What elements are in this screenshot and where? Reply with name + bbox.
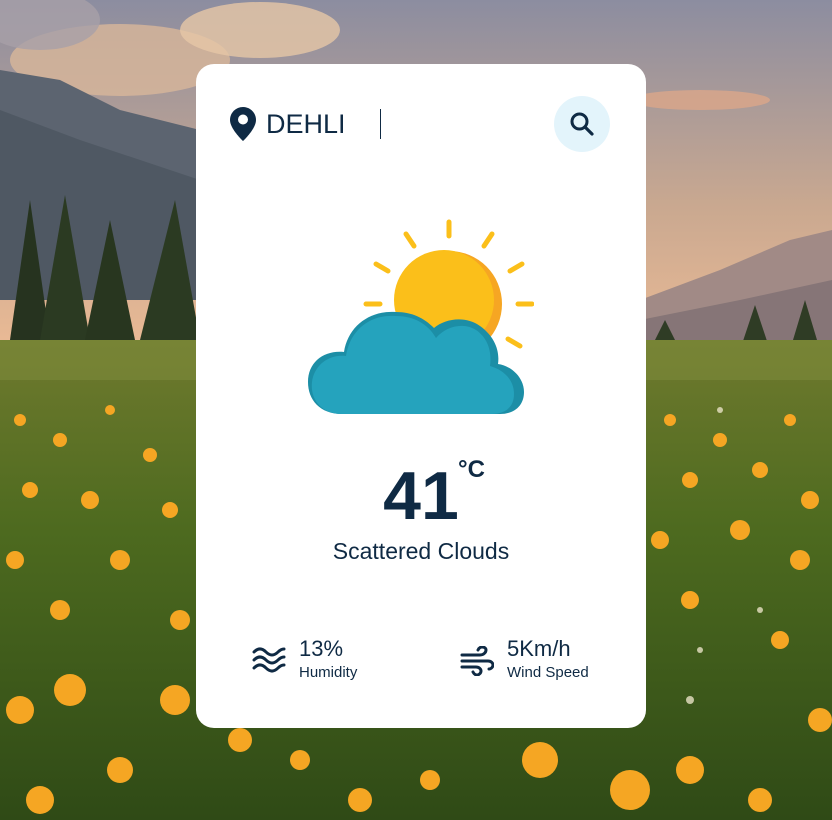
weather-condition: Scattered Clouds [332, 538, 510, 564]
wind-icon [460, 645, 495, 677]
search-row [230, 96, 610, 152]
map-pin-icon [230, 107, 256, 141]
wind-speed-label: Wind Speed [507, 664, 589, 681]
humidity-detail: 13% Humidity [252, 634, 432, 686]
city-search-input[interactable] [266, 104, 526, 144]
text-caret [380, 109, 381, 139]
temperature-unit: °C [458, 456, 485, 483]
temperature-value: 41 [383, 458, 459, 534]
weather-card: 41 °C Scattered Clouds 13% Humidity [196, 64, 646, 728]
water-waves-icon [252, 646, 286, 676]
temperature-display: 41 °C [196, 456, 646, 536]
wind-speed-value: 5Km/h [507, 636, 571, 661]
partly-cloudy-sun-icon [304, 214, 535, 424]
magnifier-icon [570, 112, 594, 136]
search-button[interactable] [554, 96, 610, 152]
humidity-label: Humidity [299, 664, 358, 681]
humidity-value: 13% [299, 636, 344, 661]
wind-detail: 5Km/h Wind Speed [460, 634, 640, 686]
